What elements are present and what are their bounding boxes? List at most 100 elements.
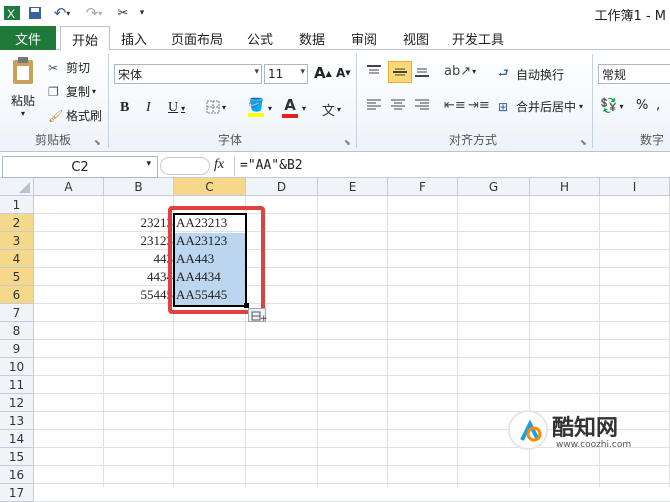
row-header-5[interactable]: 5 — [0, 268, 34, 286]
orientation-icon: ab↗ — [444, 64, 472, 79]
decrease-indent-button[interactable]: ⇤≡ — [444, 98, 466, 113]
ribbon: 粘贴 ▾ ✂ 剪切 ❐ 复制 ▾ 🖌 格式刷 剪贴板 ⬊ 宋体 ▾ 11 ▾ A ▲ A ▼ B… — [0, 50, 670, 152]
align-middle-button[interactable] — [388, 61, 412, 83]
select-all-button[interactable] — [0, 178, 34, 196]
column-header-i[interactable]: I — [600, 178, 670, 196]
merge-center-button[interactable]: ⊞ 合并后居中 ▾ — [498, 98, 583, 115]
font-size-combo[interactable]: 11 ▾ — [264, 64, 308, 84]
tab-page-layout[interactable]: 页面布局 — [164, 26, 230, 50]
formula-bar: C2 ▾ fx ="AA"&B2 — [0, 154, 670, 178]
align-top-button[interactable] — [366, 64, 382, 78]
increase-indent-button[interactable]: ⇥≡ — [468, 98, 490, 113]
highlight-box — [168, 206, 265, 314]
row-header-10[interactable]: 10 — [0, 358, 34, 376]
align-bottom-icon — [415, 68, 429, 77]
formula-input[interactable]: ="AA"&B2 — [240, 158, 303, 173]
font-color-dropdown-icon[interactable]: ▾ — [302, 104, 306, 113]
italic-button[interactable]: I — [146, 100, 151, 116]
column-header-e[interactable]: E — [318, 178, 388, 196]
copy-button[interactable]: ❐ 复制 ▾ — [48, 83, 96, 100]
cell-b5[interactable]: 4434 — [104, 268, 174, 286]
underline-button[interactable]: U ▾ — [168, 100, 185, 116]
clipboard-group-label: 剪贴板 — [34, 133, 71, 147]
row-header-12[interactable]: 12 — [0, 394, 34, 412]
number-format-combo[interactable]: 常规 — [598, 64, 670, 84]
tab-file[interactable]: 文件 — [0, 26, 56, 50]
clipboard-dialog-launcher-icon[interactable]: ⬊ — [94, 138, 101, 147]
font-name-combo[interactable]: 宋体 ▾ — [114, 64, 262, 84]
shrink-font-button[interactable]: A ▼ — [336, 66, 351, 80]
wrap-text-button[interactable]: ⮐ 自动换行 — [498, 64, 564, 85]
currency-button[interactable]: 💱 ▾ — [600, 98, 623, 114]
format-painter-button[interactable]: 🖌 格式刷 — [48, 107, 102, 124]
row-header-9[interactable]: 9 — [0, 340, 34, 358]
phonetic-button[interactable]: 文 ▾ — [322, 100, 341, 119]
comma-button[interactable]: , — [656, 98, 660, 113]
column-header-d[interactable]: D — [246, 178, 318, 196]
tab-review[interactable]: 审阅 — [342, 26, 386, 50]
row-header-8[interactable]: 8 — [0, 322, 34, 340]
grow-font-button[interactable]: A ▲ — [314, 64, 332, 82]
tab-data[interactable]: 数据 — [290, 26, 334, 50]
font-dialog-launcher-icon[interactable]: ⬊ — [344, 138, 351, 147]
align-center-button[interactable] — [390, 98, 406, 112]
name-box[interactable]: C2 ▾ — [2, 156, 158, 178]
tools-icon[interactable]: ✂ — [112, 3, 134, 23]
font-color-button[interactable]: A — [282, 96, 298, 118]
redo-icon: ↷ — [85, 4, 99, 22]
paintbrush-icon: 🖌 — [48, 108, 64, 123]
tab-insert[interactable]: 插入 — [112, 26, 156, 50]
tab-home[interactable]: 开始 — [60, 26, 110, 53]
cell-b2[interactable]: 23213 — [104, 214, 174, 232]
watermark-name: 酷知网 — [552, 416, 619, 441]
row-header-14[interactable]: 14 — [0, 430, 34, 448]
align-bottom-button[interactable] — [414, 64, 430, 78]
svg-text:+: + — [260, 314, 267, 323]
cell-b6[interactable]: 55445 — [104, 286, 174, 304]
align-left-button[interactable] — [366, 98, 382, 112]
cell-b3[interactable]: 23123 — [104, 232, 174, 250]
bold-button[interactable]: B — [120, 100, 129, 116]
font-group-label: 字体 — [217, 133, 242, 147]
column-header-c[interactable]: C — [174, 178, 246, 196]
orientation-button[interactable]: ab↗ ▾ — [444, 64, 476, 79]
fill-color-button[interactable]: 🪣 — [248, 98, 264, 117]
row-header-4[interactable]: 4 — [0, 250, 34, 268]
undo-button[interactable]: ↶ ▾ — [48, 3, 76, 23]
title-bar: X ↶ ▾ ↷ ▾ ✂ ▾ 工作簿1 - M — [0, 0, 670, 26]
cut-button[interactable]: ✂ 剪切 — [48, 59, 90, 76]
column-header-f[interactable]: F — [388, 178, 458, 196]
borders-button[interactable]: ▾ — [206, 100, 226, 114]
tab-view[interactable]: 视图 — [394, 26, 438, 50]
autofill-options-button[interactable]: + — [248, 308, 268, 324]
worksheet-grid[interactable]: ABCDEFGHI 1 2 3 4 5 6 7 8 9 10 11 12 13 14 15 16 17 2321… — [0, 178, 670, 502]
alignment-dialog-launcher-icon[interactable]: ⬊ — [580, 138, 587, 147]
row-header-3[interactable]: 3 — [0, 232, 34, 250]
row-header-7[interactable]: 7 — [0, 304, 34, 322]
tab-developer[interactable]: 开发工具 — [446, 26, 510, 50]
redo-button[interactable]: ↷ ▾ — [80, 3, 108, 23]
column-header-a[interactable]: A — [34, 178, 104, 196]
tab-formulas[interactable]: 公式 — [238, 26, 282, 50]
align-right-button[interactable] — [414, 98, 430, 112]
save-icon[interactable] — [26, 3, 44, 23]
customize-quick-access-icon[interactable]: ▾ — [136, 3, 148, 23]
column-header-b[interactable]: B — [104, 178, 174, 196]
insert-function-button[interactable]: fx — [214, 157, 224, 173]
row-header-1[interactable]: 1 — [0, 196, 34, 214]
ribbon-tab-bar: 文件 开始 插入 页面布局 公式 数据 审阅 视图 开发工具 — [0, 26, 670, 53]
row-header-11[interactable]: 11 — [0, 376, 34, 394]
formula-bar-splitter[interactable] — [160, 157, 210, 175]
fill-color-dropdown-icon[interactable]: ▾ — [268, 104, 272, 113]
column-header-h[interactable]: H — [530, 178, 600, 196]
row-header-2[interactable]: 2 — [0, 214, 34, 232]
paste-button[interactable]: 粘贴 ▾ — [6, 56, 40, 118]
row-header-16[interactable]: 16 — [0, 466, 34, 484]
percent-button[interactable]: % — [636, 98, 648, 113]
row-header-15[interactable]: 15 — [0, 448, 34, 466]
cell-b4[interactable]: 443 — [104, 250, 174, 268]
row-header-6[interactable]: 6 — [0, 286, 34, 304]
row-header-13[interactable]: 13 — [0, 412, 34, 430]
decrease-indent-icon: ⇤≡ — [444, 98, 466, 113]
column-header-g[interactable]: G — [458, 178, 530, 196]
